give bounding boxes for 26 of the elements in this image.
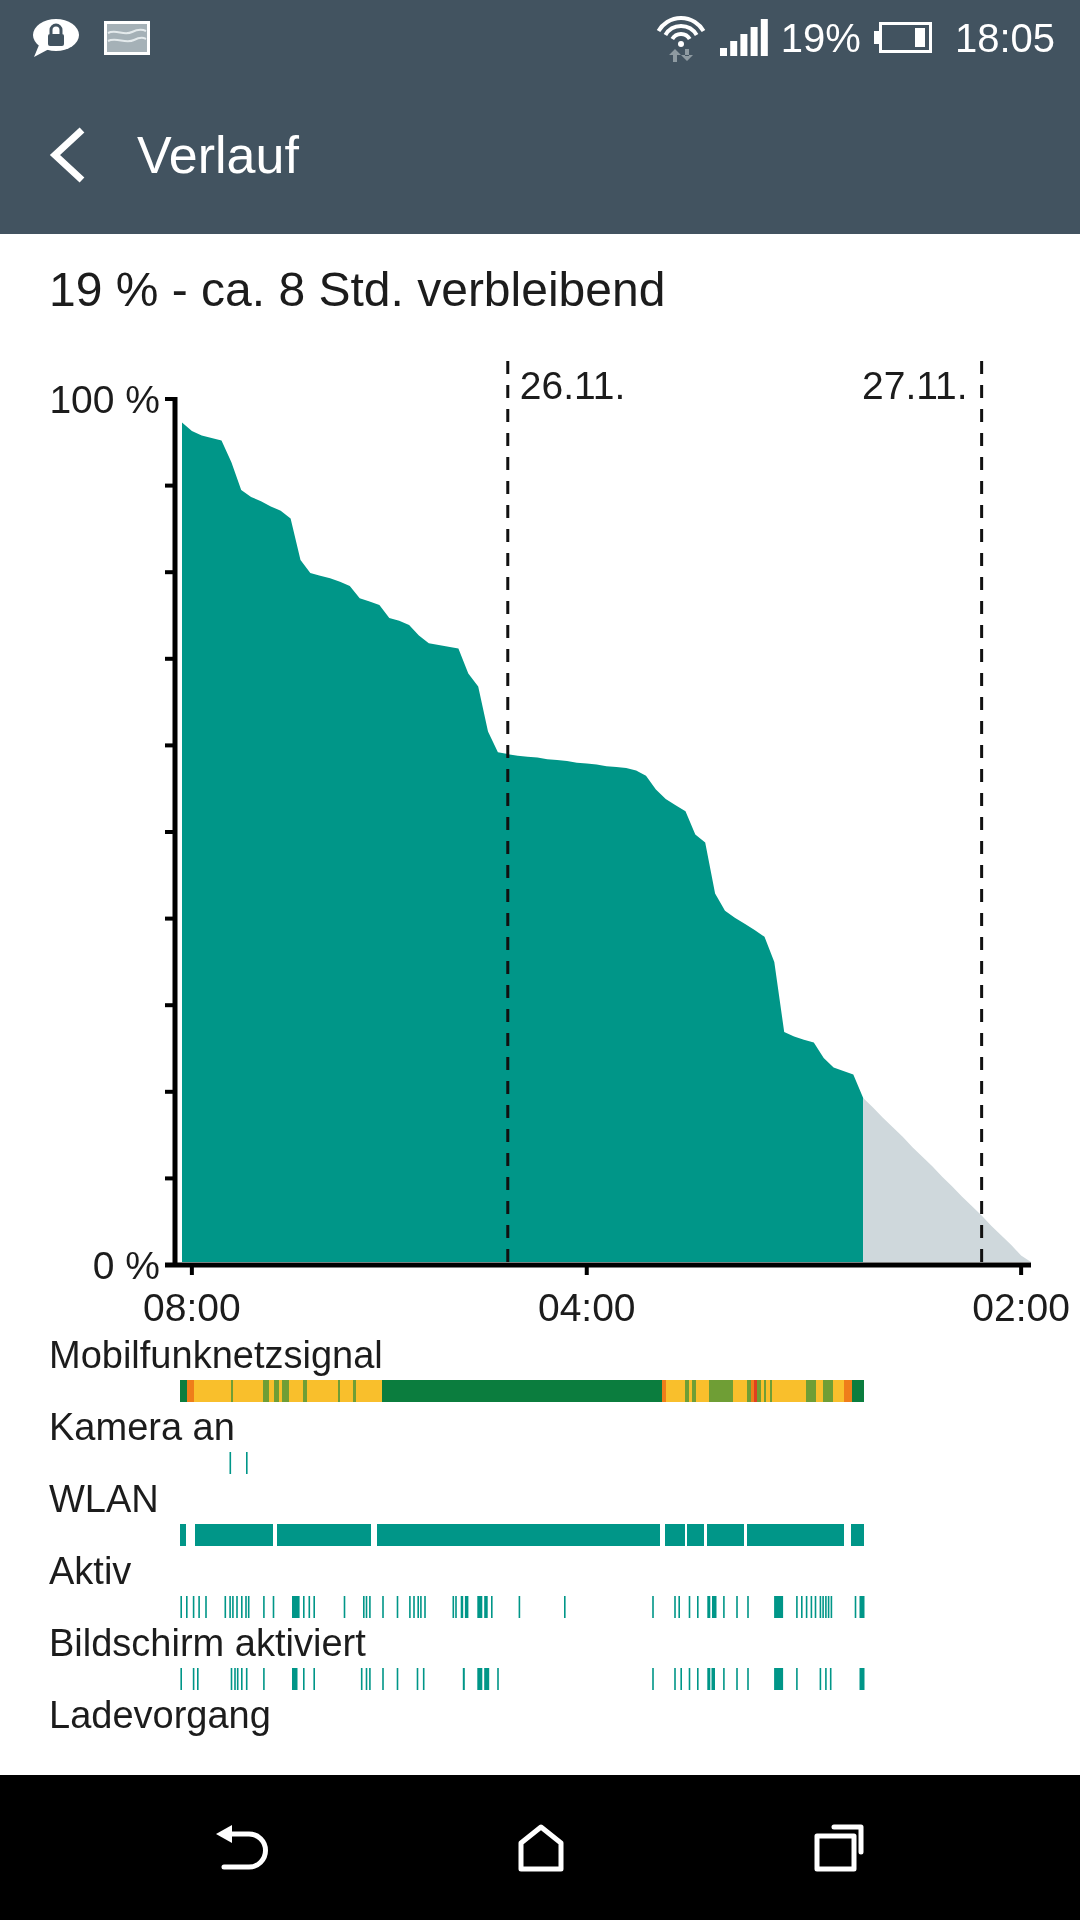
date-label: 26.11. xyxy=(519,364,626,407)
battery-summary: 19 % - ca. 8 Std. verbleibend xyxy=(49,262,666,318)
timeline-label: Kamera an xyxy=(49,1407,235,1447)
axis-label: 0 % xyxy=(92,1243,160,1287)
timeline-label: Bildschirm aktiviert xyxy=(49,1623,366,1663)
timeline-label: WLAN xyxy=(49,1479,159,1519)
screen-title: Verlauf xyxy=(137,124,299,185)
signal-icon xyxy=(719,19,768,56)
battery-percentage: 19% xyxy=(780,15,861,60)
axis-label: 02:00 xyxy=(972,1286,1070,1329)
recent-apps-icon[interactable] xyxy=(814,1823,864,1872)
camera-timeline xyxy=(229,1452,248,1474)
picture-icon xyxy=(104,20,150,55)
axis-label: 08:00 xyxy=(143,1286,241,1329)
axis-label: 100 % xyxy=(49,377,160,421)
lock-speech-bubble-icon xyxy=(31,17,79,58)
clock-time: 18:05 xyxy=(954,15,1055,60)
back-icon[interactable] xyxy=(216,1823,268,1872)
wifi-icon xyxy=(654,13,707,62)
battery-icon xyxy=(873,22,932,53)
timeline-label: Mobilfunknetzsignal xyxy=(49,1335,383,1375)
timeline-label: Aktiv xyxy=(49,1551,132,1591)
timeline-label: Ladevorgang xyxy=(49,1695,271,1735)
axis-label: 04:00 xyxy=(537,1286,636,1329)
date-label: 27.11. xyxy=(862,364,968,407)
home-icon[interactable] xyxy=(518,1823,564,1872)
